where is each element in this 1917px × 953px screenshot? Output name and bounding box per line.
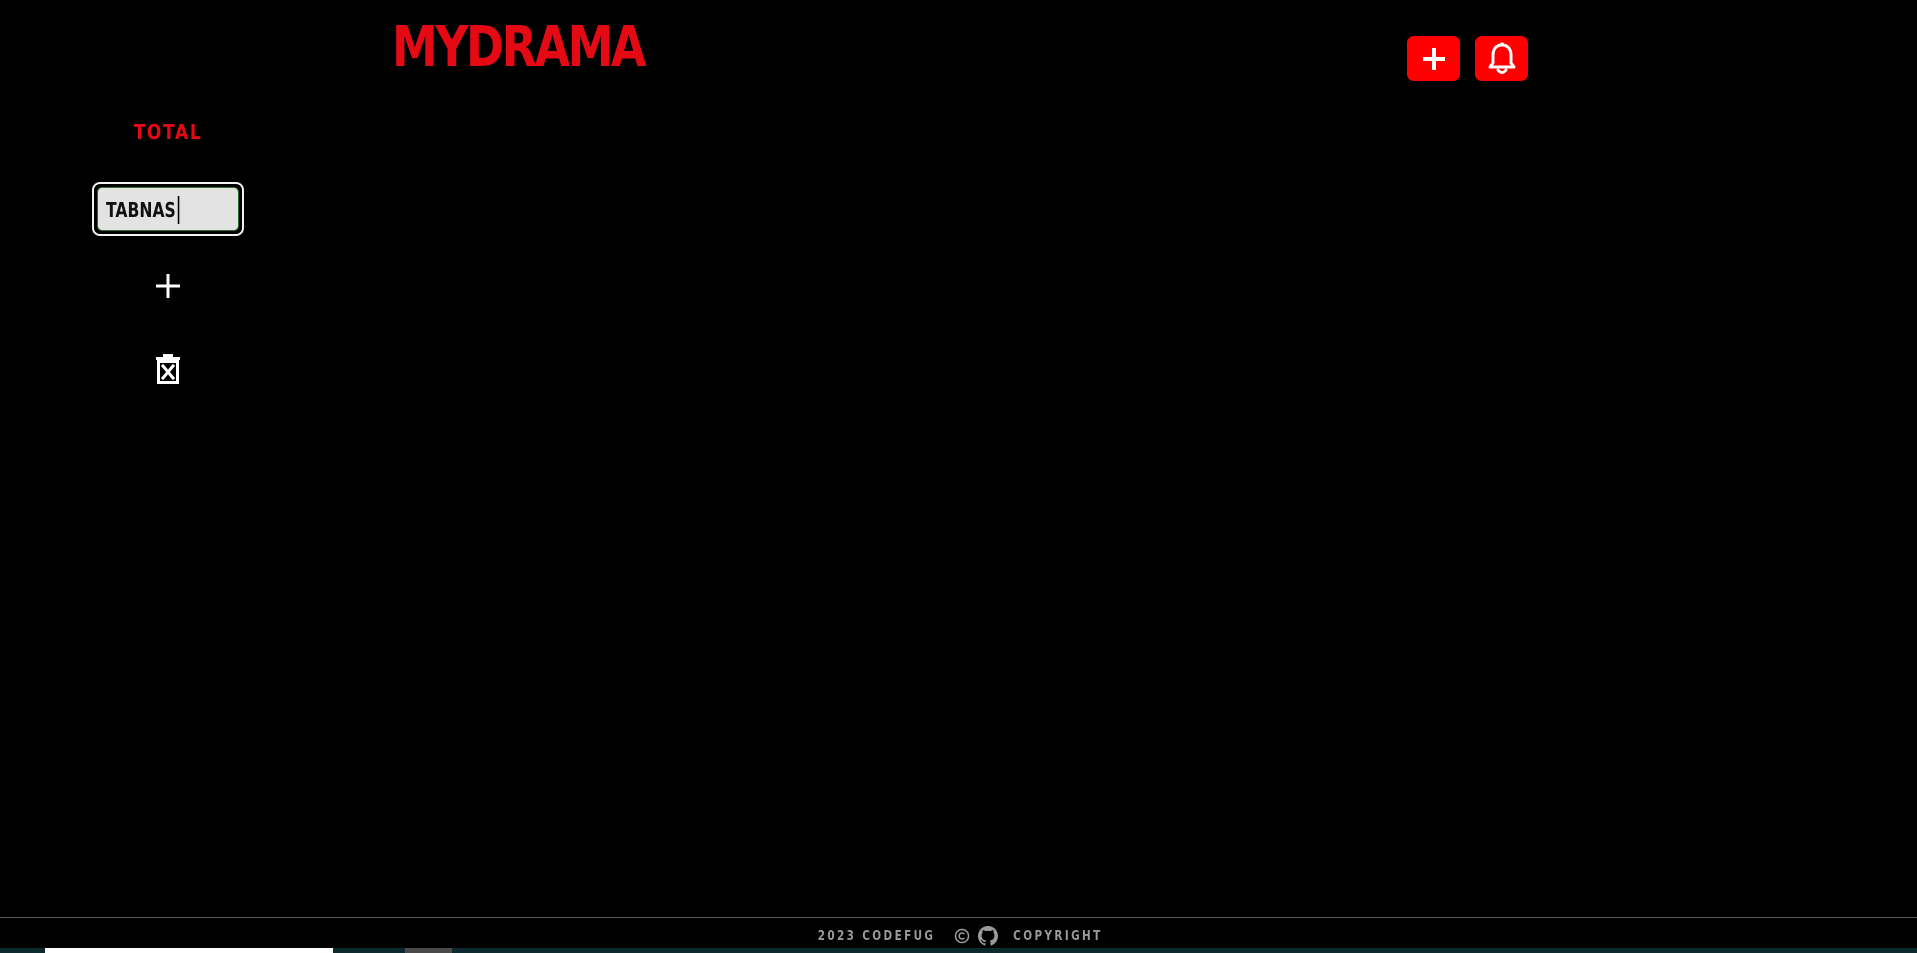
add-tab-button[interactable] [150, 270, 186, 306]
github-icon[interactable] [978, 926, 999, 946]
trash-x-icon [154, 353, 182, 389]
tab-name-field[interactable]: TABNAS [92, 182, 244, 236]
footer-year-author: 2023 CODEFUG [817, 928, 936, 944]
bell-icon [1487, 42, 1517, 76]
copyright-icon [954, 928, 970, 944]
strip-segment-grey [405, 948, 452, 953]
app-page: MYDRAMA TOTAL TABNAS 2023 CODEFUG COPYRI… [0, 0, 1917, 953]
delete-tab-button[interactable] [150, 353, 186, 389]
tab-name-input[interactable] [97, 187, 239, 231]
notifications-button[interactable] [1475, 36, 1528, 81]
footer: 2023 CODEFUG COPYRIGHT [0, 922, 1917, 950]
sidebar-title[interactable]: TOTAL [103, 120, 232, 144]
footer-divider [0, 917, 1917, 918]
browser-bottom-strip [0, 948, 1917, 953]
app-logo[interactable]: MYDRAMA [392, 16, 646, 80]
add-drama-button[interactable] [1407, 36, 1460, 81]
plus-icon [154, 272, 182, 304]
strip-segment-white [45, 948, 333, 953]
plus-icon [1421, 46, 1447, 72]
footer-copyright-text: COPYRIGHT [1013, 928, 1103, 944]
